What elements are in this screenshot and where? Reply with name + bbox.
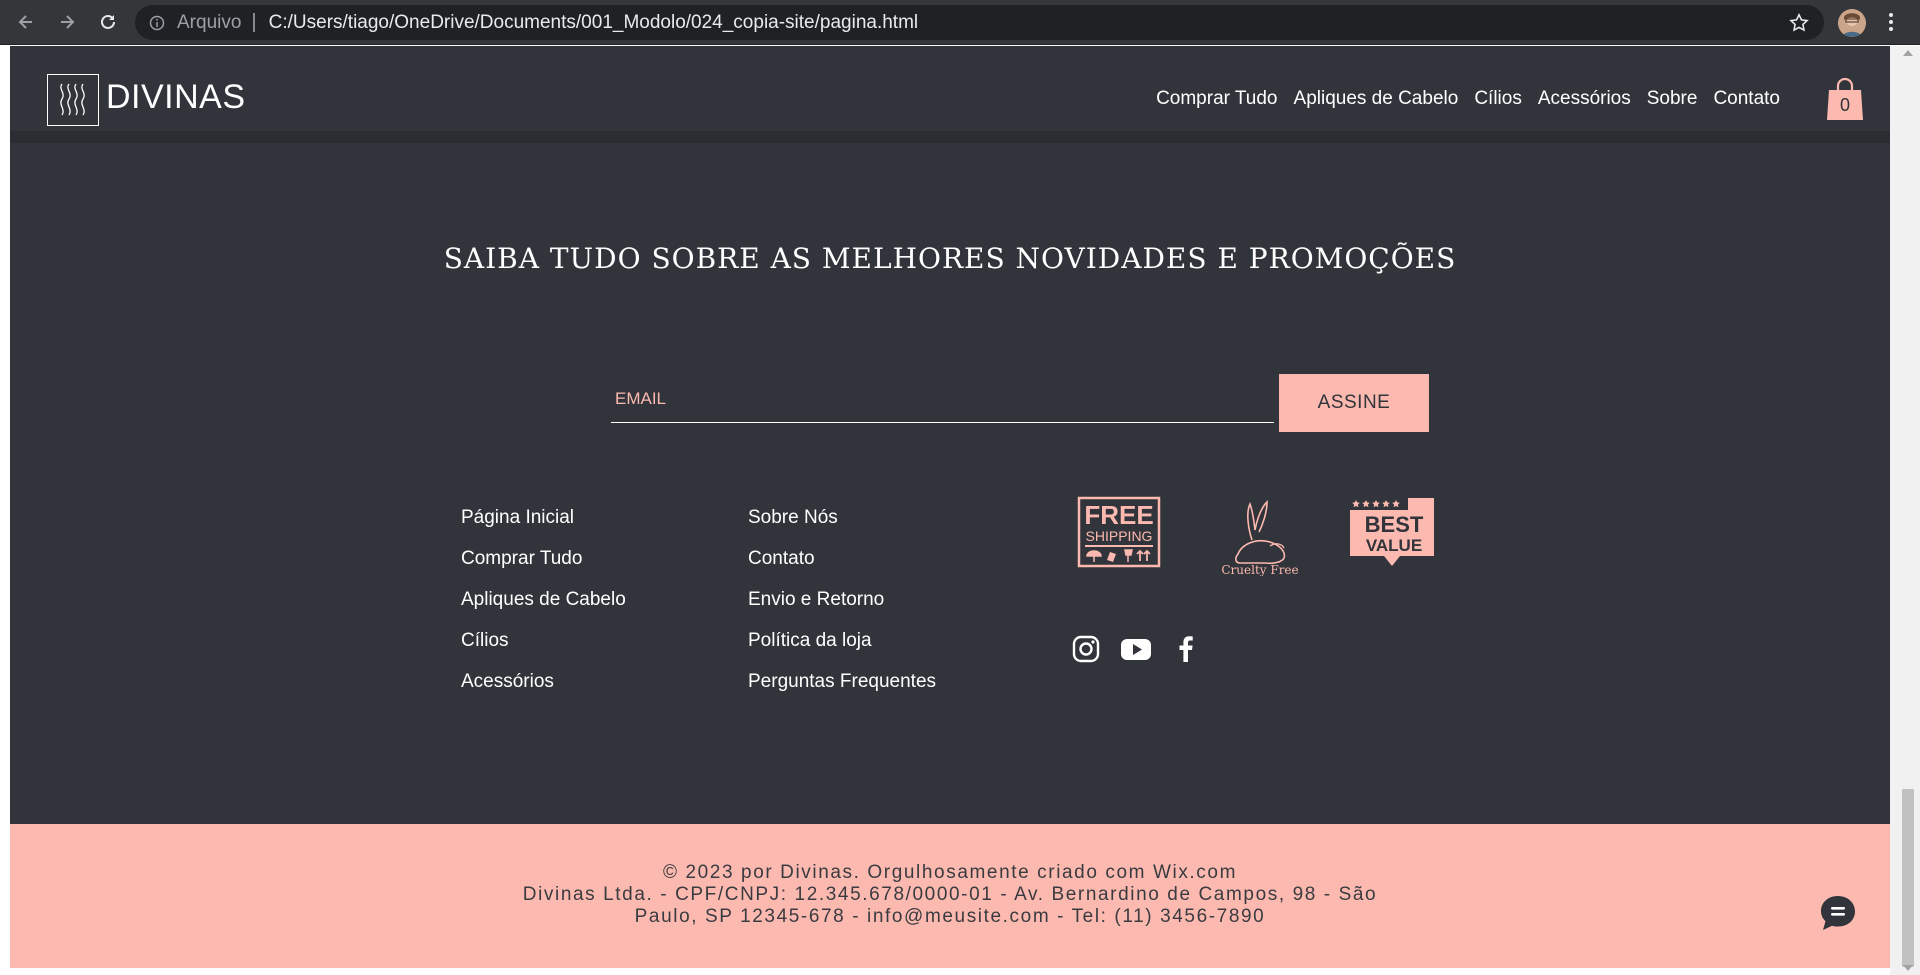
profile-avatar[interactable] xyxy=(1838,9,1866,37)
nav-contato[interactable]: Contato xyxy=(1713,88,1780,110)
logo-icon[interactable] xyxy=(47,74,99,126)
youtube-icon[interactable] xyxy=(1119,634,1153,664)
footer-link-comprar-tudo[interactable]: Comprar Tudo xyxy=(461,547,626,588)
badge-value-text: VALUE xyxy=(1366,536,1422,555)
scroll-down-icon[interactable] xyxy=(1901,963,1915,973)
url-separator: | xyxy=(251,11,257,33)
subscribe-button[interactable]: ASSINE xyxy=(1279,374,1429,432)
page-viewport: DIVINAS Comprar Tudo Apliques de Cabelo … xyxy=(0,46,1920,975)
facebook-icon[interactable] xyxy=(1171,634,1201,664)
cart-count[interactable]: 0 xyxy=(1825,95,1865,116)
scroll-up-icon[interactable] xyxy=(1901,48,1915,58)
footer-link-pagina-inicial[interactable]: Página Inicial xyxy=(461,506,626,547)
badge-shipping-text: SHIPPING xyxy=(1086,528,1153,544)
free-shipping-badge-icon: FREE SHIPPING xyxy=(1077,496,1161,568)
logo-text[interactable]: DIVINAS xyxy=(106,78,246,117)
footer-link-contato[interactable]: Contato xyxy=(748,547,936,588)
site-header: DIVINAS Comprar Tudo Apliques de Cabelo … xyxy=(10,46,1890,143)
footer-link-envio-retorno[interactable]: Envio e Retorno xyxy=(748,588,936,629)
address-contact-line: Paulo, SP 12345-678 - info@meusite.com -… xyxy=(634,906,1266,927)
forward-icon[interactable] xyxy=(55,10,79,34)
best-value-badge-icon: BEST VALUE xyxy=(1350,498,1434,566)
newsletter-headline: SAIBA TUDO SOBRE AS MELHORES NOVIDADES E… xyxy=(443,242,1457,275)
footer-links-shop: Página Inicial Comprar Tudo Apliques de … xyxy=(461,506,626,711)
url-text[interactable]: C:/Users/tiago/OneDrive/Documents/001_Mo… xyxy=(269,12,919,34)
back-icon[interactable] xyxy=(14,10,38,34)
badge-best-text: BEST xyxy=(1365,512,1424,537)
footer-link-perguntas[interactable]: Perguntas Frequentes xyxy=(748,670,936,711)
bookmark-star-icon[interactable] xyxy=(1788,12,1810,34)
footer-link-politica[interactable]: Política da loja xyxy=(748,629,936,670)
nav-sobre[interactable]: Sobre xyxy=(1647,88,1698,110)
footer-link-cilios[interactable]: Cílios xyxy=(461,629,626,670)
nav-cilios[interactable]: Cílios xyxy=(1474,88,1522,110)
copyright-line: © 2023 por Divinas. Orgulhosamente criad… xyxy=(663,862,1237,883)
email-input[interactable] xyxy=(611,375,1274,423)
info-icon[interactable] xyxy=(149,15,165,31)
cruelty-free-badge-icon: Cruelty Free xyxy=(1221,500,1299,576)
copyright-bar: © 2023 por Divinas. Orgulhosamente criad… xyxy=(10,824,1890,968)
instagram-icon[interactable] xyxy=(1071,634,1101,664)
url-scheme-label: Arquivo xyxy=(177,11,242,33)
main-nav: Comprar Tudo Apliques de Cabelo Cílios A… xyxy=(1156,88,1780,110)
browser-toolbar: Arquivo | C:/Users/tiago/OneDrive/Docume… xyxy=(0,0,1920,45)
footer-link-apliques[interactable]: Apliques de Cabelo xyxy=(461,588,626,629)
badge-cruelty-text: Cruelty Free xyxy=(1221,563,1298,576)
company-info-line: Divinas Ltda. - CPF/CNPJ: 12.345.678/000… xyxy=(522,884,1378,905)
browser-menu-icon[interactable] xyxy=(1888,11,1894,33)
footer-link-acessorios[interactable]: Acessórios xyxy=(461,670,626,711)
scrollbar-thumb[interactable] xyxy=(1902,789,1914,967)
footer-link-sobre-nos[interactable]: Sobre Nós xyxy=(748,506,936,547)
chat-bubble-icon[interactable] xyxy=(1818,893,1858,933)
nav-comprar-tudo[interactable]: Comprar Tudo xyxy=(1156,88,1277,110)
reload-icon[interactable] xyxy=(96,10,120,34)
nav-acessorios[interactable]: Acessórios xyxy=(1538,88,1631,110)
site-container: DIVINAS Comprar Tudo Apliques de Cabelo … xyxy=(10,46,1890,968)
address-bar[interactable]: Arquivo | C:/Users/tiago/OneDrive/Docume… xyxy=(135,5,1824,40)
nav-apliques-de-cabelo[interactable]: Apliques de Cabelo xyxy=(1294,88,1459,110)
badge-free-text: FREE xyxy=(1084,500,1153,530)
footer-links-info: Sobre Nós Contato Envio e Retorno Políti… xyxy=(748,506,936,711)
